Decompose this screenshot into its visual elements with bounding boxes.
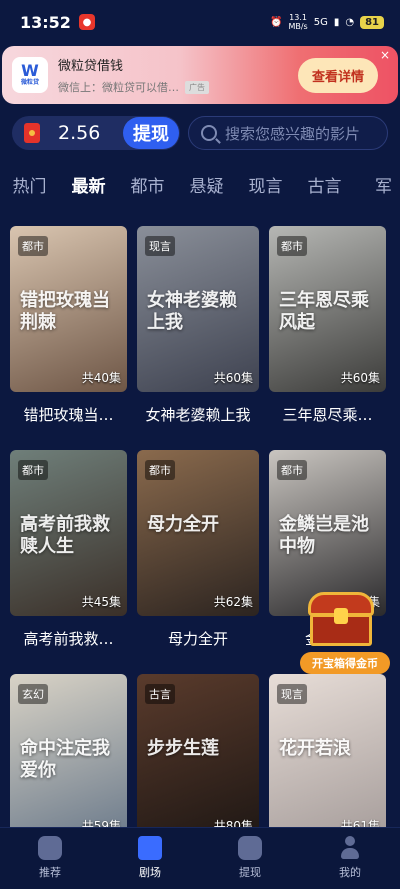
drama-title[interactable]: 三年恩尽乘…	[269, 404, 386, 450]
ad-title: 微粒贷借钱	[58, 59, 124, 74]
episode-count: 共40集	[81, 371, 121, 385]
nav-label: 我的	[339, 866, 361, 879]
nav-item-3[interactable]: 我的	[300, 828, 400, 889]
tab-1[interactable]: 最新	[59, 168, 118, 208]
poster-title-art: 命中注定我爱你	[20, 738, 110, 781]
withdraw-button[interactable]: 提现	[123, 117, 179, 149]
drama-poster[interactable]: 命中注定我爱你 玄幻 共59集	[10, 674, 127, 840]
drama-poster[interactable]: 花开若浪 现言 共61集	[269, 674, 386, 840]
episode-count: 共45集	[81, 595, 121, 609]
poster-title-art: 女神老婆赖上我	[147, 290, 237, 333]
chat-icon	[238, 836, 262, 860]
nav-label: 提现	[239, 866, 261, 879]
genre-badge: 都市	[277, 460, 307, 480]
genre-badge: 都市	[18, 236, 48, 256]
poster-title-art: 步步生莲	[147, 738, 219, 759]
genre-badge: 都市	[277, 236, 307, 256]
tab-6[interactable]: 军	[354, 168, 400, 208]
drama-card[interactable]: 错把玫瑰当荆棘 都市共40集错把玫瑰当…	[10, 226, 127, 450]
drama-title[interactable]: 女神老婆赖上我	[137, 404, 259, 450]
user-icon	[338, 836, 362, 860]
nav-item-0[interactable]: 推荐	[0, 828, 100, 889]
treasure-chest[interactable]: 开宝箱得金币	[300, 588, 390, 678]
poster-title-art: 错把玫瑰当荆棘	[20, 290, 110, 333]
alarm-icon: ⏰	[269, 16, 283, 28]
nav-item-2[interactable]: 提现	[200, 828, 300, 889]
status-icons: ⏰ 13.1 MB/s 5G ▮ ◔ 81	[270, 13, 384, 31]
wallet-balance: 2.56	[58, 122, 101, 144]
drama-card[interactable]: 三年恩尽乘风起 都市共60集三年恩尽乘…	[269, 226, 386, 450]
drama-poster[interactable]: 母力全开 都市共62集	[137, 450, 259, 616]
notification-app-icon: ●	[78, 14, 95, 30]
ad-tag: 广告	[185, 80, 209, 94]
episode-count: 共60集	[340, 371, 380, 385]
bottom-nav: 推荐 剧场 提现 我的	[0, 827, 400, 889]
drama-card[interactable]: 高考前我救赎人生 都市共45集高考前我救…	[10, 450, 127, 674]
wallet-box: 2.56 提现	[12, 116, 180, 150]
wifi-icon: ◔	[345, 16, 355, 28]
search-icon	[201, 125, 217, 141]
nav-label: 推荐	[39, 866, 61, 879]
drama-poster[interactable]: 女神老婆赖上我 现言共60集	[137, 226, 259, 392]
poster-title-art: 母力全开	[147, 514, 219, 535]
tab-2[interactable]: 都市	[118, 168, 177, 208]
drama-poster[interactable]: 高考前我救赎人生 都市共45集	[10, 450, 127, 616]
status-bar: 13:52 ● ⏰ 13.1 MB/s 5G ▮ ◔ 81	[0, 0, 400, 44]
search-placeholder: 搜索您感兴趣的影片	[225, 124, 361, 143]
treasure-label: 开宝箱得金币	[300, 652, 390, 674]
poster-title-art: 花开若浪	[279, 738, 351, 759]
poster-title-art: 高考前我救赎人生	[20, 514, 110, 557]
ad-logo: W 微粒贷	[12, 57, 48, 93]
genre-badge: 现言	[277, 684, 307, 704]
treasure-chest-icon	[308, 592, 374, 646]
category-tabs: 热门 最新 都市 悬疑 现言 古言军	[0, 168, 400, 208]
genre-badge: 古言	[145, 684, 175, 704]
search-input[interactable]: 搜索您感兴趣的影片	[188, 116, 388, 150]
genre-badge: 都市	[18, 460, 48, 480]
drama-card[interactable]: 女神老婆赖上我 现言 共60集 女神老婆赖上我	[137, 226, 259, 450]
ad-text: 微粒贷借钱 微信上：微粒贷可以借… 广告	[58, 55, 298, 95]
drama-title[interactable]: 错把玫瑰当…	[10, 404, 127, 450]
genre-badge: 都市	[145, 460, 175, 480]
drama-poster[interactable]: 步步生莲 古言 共80集	[137, 674, 259, 840]
drama-grid: 错把玫瑰当荆棘 都市 共40集 错把玫瑰当… 女神老婆赖上我 现言 共60集 女神老婆赖上我三…	[10, 226, 390, 889]
poster-title-art: 三年恩尽乘风起	[279, 290, 369, 333]
signal-icon: ▮	[333, 16, 340, 28]
drama-title[interactable]: 高考前我救…	[10, 628, 127, 674]
episode-count: 共60集	[213, 371, 253, 385]
genre-badge: 玄幻	[18, 684, 48, 704]
episode-count: 共62集	[213, 595, 253, 609]
drama-card[interactable]: 母力全开 都市 共62集 母力全开	[137, 450, 259, 674]
status-time: 13:52	[20, 12, 71, 32]
drama-title[interactable]: 母力全开	[137, 628, 259, 674]
poster-title-art: 金鳞岂是池中物	[279, 514, 369, 557]
drama-poster[interactable]: 错把玫瑰当荆棘 都市共40集	[10, 226, 127, 392]
nav-item-1[interactable]: 剧场	[100, 828, 200, 889]
tab-3[interactable]: 悬疑	[177, 168, 236, 208]
nav-label: 剧场	[139, 866, 161, 879]
ad-close-icon[interactable]: ×	[380, 48, 390, 62]
tab-0[interactable]: 热门	[0, 168, 59, 208]
signal-label: 5G	[313, 16, 328, 28]
red-envelope-icon	[24, 123, 40, 143]
ad-banner[interactable]: W 微粒贷 微粒贷借钱 微信上：微粒贷可以借… 广告 查看详情 ×	[2, 46, 398, 104]
drama-poster[interactable]: 三年恩尽乘风起 都市共60集	[269, 226, 386, 392]
tab-5[interactable]: 古言	[295, 168, 354, 208]
net-speed: 13.1 MB/s	[288, 13, 308, 31]
battery-indicator: 81	[360, 15, 384, 29]
home-icon	[38, 836, 62, 860]
ad-subtitle: 微信上：微粒贷可以借… 广告	[58, 79, 298, 95]
tab-4[interactable]: 现言	[236, 168, 295, 208]
theater-icon	[138, 836, 162, 860]
ad-cta-button[interactable]: 查看详情	[297, 57, 378, 93]
genre-badge: 现言	[145, 236, 175, 256]
